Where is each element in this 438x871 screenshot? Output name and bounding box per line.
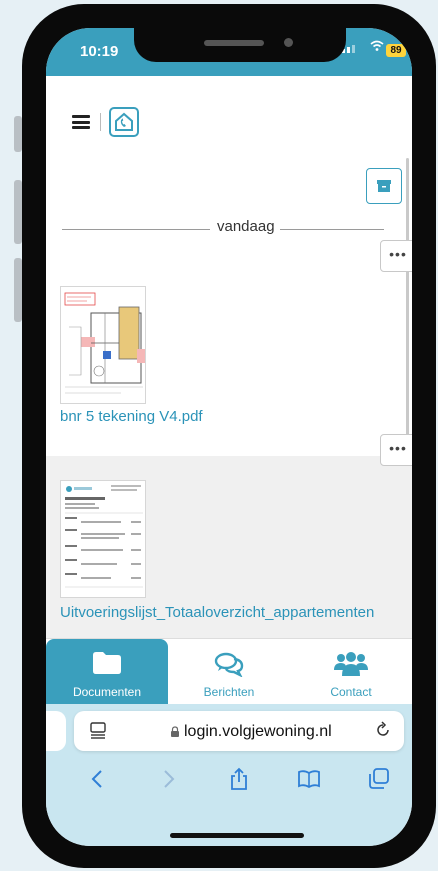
notch (134, 28, 346, 62)
app-header (72, 106, 139, 138)
nav-tab-documenten[interactable]: Documenten (46, 639, 168, 705)
users-icon (333, 651, 369, 677)
app-page: vandaag ••• bnr 5 tekening V4.pdf ••• Ui… (46, 76, 412, 662)
bottom-navigation: Documenten Berichten Contact (46, 638, 412, 705)
bookmarks-icon[interactable] (294, 766, 324, 792)
nav-label-berichten: Berichten (203, 685, 255, 699)
browser-toolbar: login.volgjewoning.nl (46, 704, 412, 846)
home-indicator (170, 833, 304, 838)
archive-button[interactable] (366, 168, 402, 204)
tabs-icon[interactable] (364, 766, 394, 792)
nav-tab-berichten[interactable]: Berichten (168, 639, 290, 705)
phone-screen: 10:19 89 vandaag ••• bnr 5 tekening V4.p… (46, 28, 412, 846)
date-divider: vandaag (62, 218, 384, 238)
archive-box-icon (377, 180, 391, 192)
battery-icon: 89 (386, 44, 406, 57)
chat-bubbles-icon (214, 651, 244, 678)
more-options-button[interactable]: ••• (380, 240, 412, 272)
document-link-2[interactable]: Uitvoeringslijst_Totaaloverzicht_apparte… (60, 604, 374, 621)
reload-icon[interactable] (374, 721, 392, 744)
floor-plan-thumbnail[interactable] (60, 286, 146, 404)
reader-icon[interactable] (90, 722, 106, 745)
back-icon[interactable] (82, 766, 112, 792)
document-list-thumbnail[interactable] (60, 480, 146, 598)
divider-line-left (62, 229, 210, 230)
nav-label-documenten: Documenten (72, 685, 142, 699)
wifi-icon (370, 40, 384, 55)
volume-down-button (14, 258, 22, 322)
header-separator (100, 113, 101, 131)
share-icon[interactable] (224, 766, 254, 792)
date-divider-label: vandaag (214, 218, 278, 235)
phone-frame: 10:19 89 vandaag ••• bnr 5 tekening V4.p… (22, 4, 436, 868)
nav-label-contact: Contact (330, 685, 372, 699)
hamburger-icon[interactable] (72, 115, 90, 129)
more-options-button-2[interactable]: ••• (380, 434, 412, 466)
divider-line-right (280, 229, 384, 230)
mute-switch (14, 116, 22, 152)
previous-tab-edge[interactable] (46, 711, 66, 751)
speaker-grill (204, 40, 264, 46)
document-link-1[interactable]: bnr 5 tekening V4.pdf (60, 408, 203, 425)
front-camera (284, 38, 293, 47)
house-phone-logo-icon[interactable] (109, 107, 139, 137)
lock-icon (170, 725, 180, 743)
folder-icon (92, 651, 122, 677)
forward-icon[interactable] (154, 766, 184, 792)
status-time: 10:19 (80, 43, 119, 60)
volume-up-button (14, 180, 22, 244)
url-text: login.volgjewoning.nl (184, 723, 332, 740)
address-bar[interactable]: login.volgjewoning.nl (74, 711, 404, 751)
nav-tab-contact[interactable]: Contact (290, 639, 412, 705)
